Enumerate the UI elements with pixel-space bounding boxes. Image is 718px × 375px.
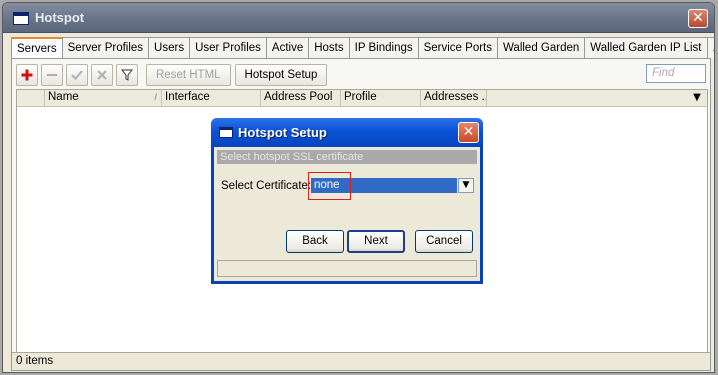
tab-user-profiles[interactable]: User Profiles (189, 37, 267, 59)
remove-button[interactable] (41, 64, 63, 86)
window-titlebar[interactable]: Hotspot ✕ (3, 3, 714, 33)
tab-walled-garden-ip-list[interactable]: Walled Garden IP List (584, 37, 708, 59)
find-input[interactable]: Find (646, 64, 706, 83)
tab-servers[interactable]: Servers (11, 37, 63, 60)
x-icon (97, 70, 107, 80)
tab-more[interactable]: ... (706, 37, 714, 59)
column-header-address-pool[interactable]: Address Pool (261, 90, 341, 106)
filter-icon (121, 69, 133, 81)
next-button[interactable]: Next (347, 230, 405, 253)
table-header: Name / Interface Address Pool Profile Ad… (17, 90, 707, 107)
column-chooser-dropdown[interactable]: ▼ (687, 90, 707, 106)
window-title: Hotspot (35, 10, 85, 25)
hotspot-setup-button[interactable]: Hotspot Setup (234, 64, 328, 86)
enable-button[interactable] (66, 64, 88, 86)
dialog-title: Hotspot Setup (238, 125, 327, 140)
column-header-interface[interactable]: Interface (162, 90, 261, 106)
tab-server-profiles[interactable]: Server Profiles (61, 37, 150, 59)
dialog-step-header: Select hotspot SSL certificate (217, 150, 477, 164)
window-icon (13, 12, 29, 25)
dialog-titlebar[interactable]: Hotspot Setup ✕ (211, 118, 483, 147)
tab-bar: Servers Server Profiles Users User Profi… (11, 37, 714, 60)
dialog-status-bar (217, 260, 477, 277)
plus-icon (21, 69, 33, 81)
sort-indicator: / (154, 92, 157, 102)
tab-service-ports[interactable]: Service Ports (417, 37, 498, 59)
tab-walled-garden[interactable]: Walled Garden (497, 37, 586, 59)
column-header-name-label: Name (48, 91, 79, 103)
certificate-label: Select Certificate: (221, 180, 312, 192)
toolbar: Reset HTML Hotspot Setup (16, 63, 331, 87)
annotation-highlight-box (308, 172, 351, 200)
column-header-name[interactable]: Name / (45, 90, 162, 106)
filter-button[interactable] (116, 64, 138, 86)
dialog-window-icon (219, 127, 233, 138)
hotspot-setup-dialog: Hotspot Setup ✕ Select hotspot SSL certi… (211, 118, 483, 284)
column-header-addresses[interactable]: Addresses ... (421, 90, 487, 106)
status-bar: 0 items (12, 352, 710, 370)
dialog-close-button[interactable]: ✕ (458, 122, 479, 143)
column-header-profile[interactable]: Profile (341, 90, 421, 106)
disable-button[interactable] (91, 64, 113, 86)
certificate-dropdown-button[interactable]: ▼ (458, 178, 474, 193)
cancel-button[interactable]: Cancel (415, 230, 473, 253)
add-button[interactable] (16, 64, 38, 86)
column-header-flags[interactable] (17, 90, 45, 106)
items-count: 0 items (16, 355, 54, 367)
tab-hosts[interactable]: Hosts (308, 37, 350, 59)
check-icon (71, 70, 83, 80)
window-close-button[interactable]: ✕ (688, 9, 708, 28)
tab-users[interactable]: Users (148, 37, 191, 59)
minus-icon (47, 74, 57, 76)
tab-active[interactable]: Active (265, 37, 310, 59)
tab-ip-bindings[interactable]: IP Bindings (348, 37, 419, 59)
back-button[interactable]: Back (286, 230, 344, 253)
reset-html-button[interactable]: Reset HTML (146, 64, 231, 86)
